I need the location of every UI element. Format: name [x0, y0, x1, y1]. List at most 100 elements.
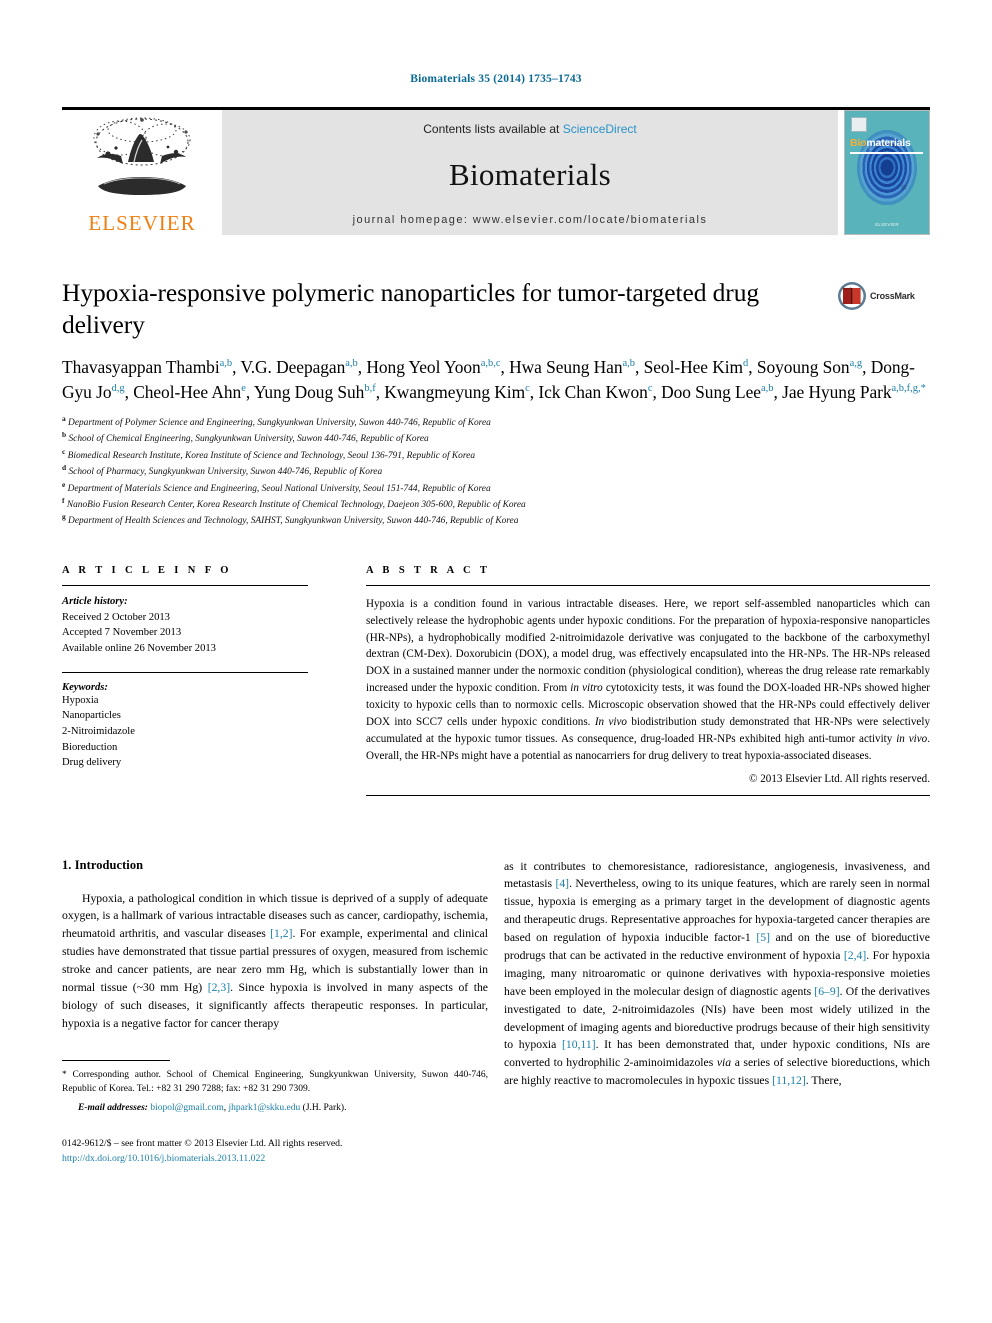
- cover-title-bio: Bio: [850, 137, 867, 149]
- affiliation-item: a Department of Polymer Science and Engi…: [62, 414, 930, 430]
- article-info-column: A R T I C L E I N F O Article history: R…: [62, 565, 308, 796]
- affiliation-item: b School of Chemical Engineering, Sungky…: [62, 430, 930, 446]
- email-footnote: E-mail addresses: biopol@gmail.com, jhpa…: [62, 1101, 488, 1115]
- footnote-divider: [62, 1059, 170, 1061]
- author-name: , Kwangmeyung Kim: [375, 381, 526, 402]
- contents-available-line: Contents lists available at ScienceDirec…: [423, 122, 636, 136]
- journal-cover-thumbnail[interactable]: Biomaterials ELSEVIER: [844, 110, 930, 235]
- intro-paragraph-right: as it contributes to chemoresistance, ra…: [504, 859, 930, 1088]
- author-name: , Doo Sung Lee: [652, 381, 761, 402]
- elsevier-tree-icon: [93, 117, 191, 195]
- author-name: , Hong Yeol Yoon: [357, 357, 481, 378]
- latin-phrase: In vivo: [594, 715, 627, 728]
- latin-phrase: via: [716, 1056, 732, 1070]
- body-columns: 1. Introduction Hypoxia, a pathological …: [62, 858, 930, 1167]
- affiliation-item: e Department of Materials Science and En…: [62, 480, 930, 496]
- journal-name: Biomaterials: [448, 157, 611, 192]
- author-name: Thavasyappan Thambi: [62, 357, 220, 378]
- issn-footer: 0142-9612/$ – see front matter © 2013 El…: [62, 1137, 488, 1166]
- email-suffix: (J.H. Park).: [302, 1103, 347, 1114]
- author-affil-marker[interactable]: a,b,c: [481, 358, 501, 369]
- keyword-item[interactable]: 2-Nitroimidazole: [62, 724, 308, 740]
- affiliation-text: Department of Health Sciences and Techno…: [68, 516, 519, 527]
- affiliation-item: g Department of Health Sciences and Tech…: [62, 512, 930, 528]
- author-affil-marker[interactable]: a,b: [761, 383, 774, 394]
- affiliation-item: d School of Pharmacy, Sungkyunkwan Unive…: [62, 463, 930, 479]
- article-history: Article history: Received 2 October 2013…: [62, 594, 308, 657]
- email-label: E-mail addresses:: [78, 1103, 148, 1114]
- affiliation-text: NanoBio Fusion Research Center, Korea Re…: [66, 500, 526, 511]
- author-affil-marker[interactable]: d,g: [111, 383, 124, 394]
- crossmark-badge[interactable]: CrossMark: [837, 281, 923, 311]
- email-link-1[interactable]: biopol@gmail.com: [150, 1103, 223, 1113]
- sciencedirect-link[interactable]: ScienceDirect: [563, 122, 637, 136]
- author-name: , Jae Hyung Park: [773, 381, 892, 402]
- keyword-item[interactable]: Drug delivery: [62, 755, 308, 771]
- cover-divider: [850, 152, 923, 154]
- citation-reference[interactable]: [5]: [756, 931, 770, 944]
- affiliation-text: Biomedical Research Institute, Korea Ins…: [67, 450, 476, 461]
- citation-reference[interactable]: [6–9]: [814, 985, 839, 998]
- page-title: Hypoxia-responsive polymeric nanoparticl…: [62, 278, 759, 339]
- author-affil-marker[interactable]: b,f: [364, 383, 375, 394]
- history-item: Available online 26 November 2013: [62, 642, 216, 654]
- article-info-heading: A R T I C L E I N F O: [62, 564, 232, 576]
- masthead-center: Contents lists available at ScienceDirec…: [222, 110, 838, 235]
- title-row: Hypoxia-responsive polymeric nanoparticl…: [62, 277, 930, 340]
- citation-reference[interactable]: [4]: [555, 877, 569, 890]
- author-name: , Hwa Seung Han: [500, 357, 623, 378]
- journal-homepage-link[interactable]: journal homepage: www.elsevier.com/locat…: [353, 214, 708, 226]
- divider: [366, 794, 930, 796]
- issn-line: 0142-9612/$ – see front matter © 2013 El…: [62, 1138, 343, 1150]
- history-item: Accepted 7 November 2013: [62, 627, 182, 639]
- affiliation-marker: c: [62, 446, 66, 456]
- doi-link[interactable]: http://dx.doi.org/10.1016/j.biomaterials…: [62, 1152, 488, 1167]
- intro-paragraph-left: Hypoxia, a pathological condition in whi…: [62, 891, 488, 1030]
- affiliation-marker: d: [62, 463, 67, 473]
- keywords-label: Keywords:: [62, 681, 108, 693]
- keyword-item[interactable]: Hypoxia: [62, 693, 308, 709]
- crossmark-icon: [838, 282, 866, 310]
- body-column-left: 1. Introduction Hypoxia, a pathological …: [62, 858, 488, 1167]
- author-name: , Ick Chan Kwon: [529, 381, 648, 402]
- cover-title: Biomaterials: [850, 137, 911, 149]
- elsevier-logo: ELSEVIER: [62, 110, 222, 235]
- divider: [366, 584, 930, 586]
- email-link-2[interactable]: jhpark1@skku.edu: [228, 1103, 300, 1113]
- author-affil-marker[interactable]: a,b: [220, 358, 233, 369]
- corresponding-author-text: * Corresponding author. School of Chemic…: [62, 1069, 488, 1094]
- section-heading-introduction: 1. Introduction: [62, 857, 144, 872]
- citation-reference[interactable]: [1,2]: [270, 927, 292, 940]
- author-name: , Seol-Hee Kim: [635, 357, 743, 378]
- latin-phrase: in vivo: [896, 732, 928, 745]
- affiliation-text: School of Chemical Engineering, Sungkyun…: [68, 434, 429, 445]
- affiliation-text: School of Pharmacy, Sungkyunkwan Univers…: [68, 467, 383, 478]
- author-affil-marker[interactable]: a,b: [622, 358, 635, 369]
- citation-reference[interactable]: [11,12]: [772, 1074, 806, 1087]
- author-affil-marker[interactable]: a,b: [345, 358, 358, 369]
- citation-reference[interactable]: [2,3]: [208, 981, 230, 994]
- cover-footer-text: ELSEVIER: [875, 222, 899, 227]
- elsevier-wordmark: ELSEVIER: [88, 211, 196, 235]
- contents-prefix: Contents lists available at: [423, 122, 560, 136]
- author-affil-marker[interactable]: a,g: [850, 358, 863, 369]
- author-name: , Cheol-Hee Ahn: [124, 381, 242, 402]
- affiliation-marker: b: [62, 430, 67, 440]
- history-item: Received 2 October 2013: [62, 611, 170, 623]
- keywords-block: Keywords: Hypoxia Nanoparticles 2-Nitroi…: [62, 671, 308, 771]
- citation-reference[interactable]: [10,11]: [562, 1038, 596, 1051]
- abstract-copyright: © 2013 Elsevier Ltd. All rights reserved…: [749, 772, 930, 785]
- citation-reference[interactable]: [2,4]: [844, 949, 866, 962]
- journal-article-page: Biomaterials 35 (2014) 1735–1743 ELSEVIE…: [0, 0, 992, 1323]
- keyword-item[interactable]: Bioreduction: [62, 740, 308, 756]
- keyword-item[interactable]: Nanoparticles: [62, 708, 308, 724]
- corresponding-author-footnote: * Corresponding author. School of Chemic…: [62, 1068, 488, 1097]
- affiliation-list: a Department of Polymer Science and Engi…: [62, 414, 930, 529]
- affiliation-marker: f: [62, 495, 65, 505]
- author-name: , Soyoung Son: [748, 357, 850, 378]
- crossmark-label: CrossMark: [870, 291, 915, 301]
- abstract-column: A B S T R A C T Hypoxia is a condition f…: [366, 565, 930, 796]
- author-affil-marker[interactable]: a,b,f,g,*: [892, 383, 926, 394]
- abstract-text: Hypoxia is a condition found in various …: [366, 597, 930, 762]
- affiliation-item: f NanoBio Fusion Research Center, Korea …: [62, 496, 930, 512]
